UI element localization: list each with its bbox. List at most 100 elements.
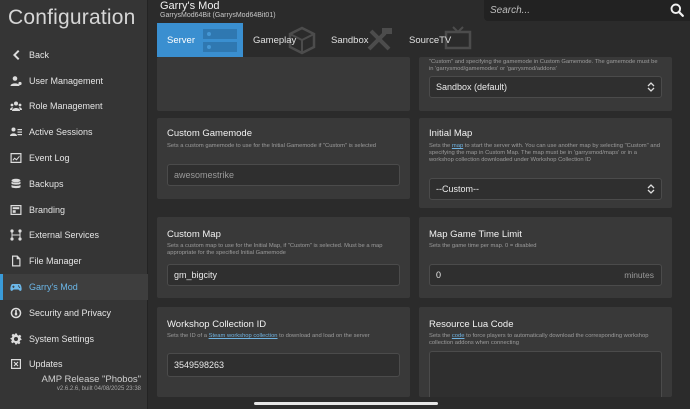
sidebar-item-security-privacy[interactable]: Security and Privacy — [0, 300, 148, 326]
sidebar-item-label: Garry's Mod — [29, 282, 78, 293]
workshop-description: Sets the ID of a Steam workshop collecti… — [167, 333, 370, 339]
user-cog-icon — [9, 74, 22, 87]
search-input[interactable] — [490, 3, 650, 18]
server-instance: GarrysMod64Bit (GarrysMod64Bit01) — [160, 12, 276, 19]
sidebar-item-label: Event Log — [29, 153, 70, 164]
server-title: Garry's Mod — [160, 0, 220, 12]
event-log-icon — [9, 152, 22, 165]
settings-card-initial-map: Initial Map Sets the map to start the se… — [419, 118, 672, 208]
sidebar-item-role-management[interactable]: Role Management — [0, 94, 148, 120]
tab-bar: Server Gameplay Sandbox SourceTV — [157, 23, 477, 57]
tools-icon — [367, 28, 392, 51]
workshop-title: Workshop Collection ID — [167, 319, 267, 330]
chevron-updown-icon — [647, 82, 655, 92]
sidebar: Configuration Back User Management Role … — [0, 0, 148, 409]
update-icon — [9, 358, 22, 371]
settings-card-workshop: Workshop Collection ID Sets the ID of a … — [157, 307, 410, 397]
initial-map-description: Sets the map to start the server with. Y… — [429, 143, 660, 164]
release-info: AMP Release "Phobos" v2.6.2.6, built 04/… — [41, 374, 141, 392]
release-name: AMP Release "Phobos" — [41, 374, 141, 385]
sidebar-item-label: Backups — [29, 178, 64, 189]
sidebar-item-label: External Services — [29, 230, 100, 241]
custom-map-title: Custom Map — [167, 229, 221, 240]
settings-card-time-limit: Map Game Time Limit Sets the game time p… — [419, 217, 672, 298]
time-limit-unit: minutes — [624, 270, 654, 280]
tab-sandbox[interactable]: Sandbox — [321, 23, 399, 57]
sidebar-item-back[interactable]: Back — [0, 42, 148, 68]
sidebar-item-label: Branding — [29, 204, 66, 215]
sidebar-item-backups[interactable]: Backups — [0, 171, 148, 197]
sidebar-nav: Back User Management Role Management Act… — [0, 42, 148, 377]
custom-gamemode-input[interactable]: awesomestrike — [167, 164, 400, 186]
chevron-left-icon — [9, 48, 22, 61]
sidebar-item-label: Active Sessions — [29, 127, 93, 138]
gear-icon — [9, 332, 22, 345]
home-indicator[interactable] — [254, 402, 438, 405]
database-icon — [9, 177, 22, 190]
sidebar-item-external-services[interactable]: External Services — [0, 223, 148, 249]
sidebar-item-file-manager[interactable]: File Manager — [0, 248, 148, 274]
custom-map-description: Sets a custom map to use for the Initial… — [167, 243, 383, 257]
shield-icon — [9, 306, 22, 319]
tab-label: SourceTV — [409, 34, 452, 46]
lua-code-textarea[interactable] — [429, 351, 662, 397]
custom-map-value: gm_bigcity — [174, 270, 218, 280]
sidebar-item-garrys-mod[interactable]: Garry's Mod — [0, 274, 148, 300]
custom-gamemode-description: Sets a custom gamemode to use for the In… — [167, 143, 377, 149]
time-limit-title: Map Game Time Limit — [429, 229, 522, 240]
tab-server[interactable]: Server — [157, 23, 243, 57]
app-title: Configuration — [8, 6, 136, 29]
gamemode-select[interactable]: Sandbox (default) — [429, 76, 662, 98]
custom-map-input[interactable]: gm_bigcity — [167, 264, 400, 286]
release-version: v2.6.2.6, built 04/08/2025 23:38 — [56, 386, 141, 392]
lua-code-link[interactable]: code — [452, 333, 465, 339]
search-box — [484, 0, 690, 21]
settings-card-empty — [157, 57, 410, 111]
search-icon[interactable] — [670, 3, 684, 17]
initial-map-select[interactable]: --Custom-- — [429, 178, 662, 200]
time-limit-description: Sets the game time per map. 0 = disabled — [429, 243, 537, 249]
time-limit-value: 0 — [436, 270, 442, 280]
network-icon — [9, 229, 22, 242]
sidebar-item-label: User Management — [29, 75, 104, 86]
workshop-link[interactable]: Steam workshop collection — [209, 333, 278, 339]
file-icon — [9, 255, 22, 268]
gamemode-value: Sandbox (default) — [436, 82, 508, 92]
settings-card-custom-gamemode: Custom Gamemode Sets a custom gamemode t… — [157, 118, 410, 199]
sidebar-item-label: Updates — [29, 359, 63, 370]
gamepad-icon — [9, 281, 22, 294]
chevron-updown-icon — [647, 184, 655, 194]
tab-sourcetv[interactable]: SourceTV — [399, 23, 477, 57]
sidebar-item-event-log[interactable]: Event Log — [0, 145, 148, 171]
lua-code-title: Resource Lua Code — [429, 319, 514, 330]
workshop-input[interactable]: 3549598263 — [167, 353, 400, 377]
settings-card-custom-map: Custom Map Sets a custom map to use for … — [157, 217, 410, 298]
sidebar-item-label: Back — [29, 49, 50, 60]
sidebar-item-label: Security and Privacy — [29, 307, 112, 318]
settings-card-gamemode: "Custom" and specifying the gamemode in … — [419, 57, 672, 111]
sidebar-item-branding[interactable]: Branding — [0, 197, 148, 223]
server-icon — [203, 29, 237, 52]
users-icon — [9, 100, 22, 113]
sidebar-item-system-settings[interactable]: System Settings — [0, 326, 148, 352]
lua-code-description: Sets the code to force players to automa… — [429, 333, 649, 347]
initial-map-link[interactable]: map — [452, 143, 463, 149]
sidebar-item-active-sessions[interactable]: Active Sessions — [0, 119, 148, 145]
sidebar-item-label: System Settings — [29, 333, 95, 344]
workshop-value: 3549598263 — [174, 360, 225, 370]
tab-label: Sandbox — [331, 34, 369, 46]
initial-map-title: Initial Map — [429, 128, 473, 139]
sidebar-item-label: File Manager — [29, 256, 82, 267]
custom-gamemode-title: Custom Gamemode — [167, 128, 253, 139]
custom-gamemode-placeholder: awesomestrike — [174, 170, 235, 180]
sessions-icon — [9, 126, 22, 139]
sidebar-item-label: Role Management — [29, 101, 103, 112]
settings-card-lua-code: Resource Lua Code Sets the code to force… — [419, 307, 672, 397]
sidebar-item-user-management[interactable]: User Management — [0, 68, 148, 94]
tab-label: Gameplay — [253, 34, 297, 46]
tab-label: Server — [167, 34, 195, 46]
tab-gameplay[interactable]: Gameplay — [243, 23, 321, 57]
branding-icon — [9, 203, 22, 216]
gamemode-description: "Custom" and specifying the gamemode in … — [429, 59, 658, 73]
time-limit-input[interactable]: 0 minutes — [429, 264, 662, 286]
